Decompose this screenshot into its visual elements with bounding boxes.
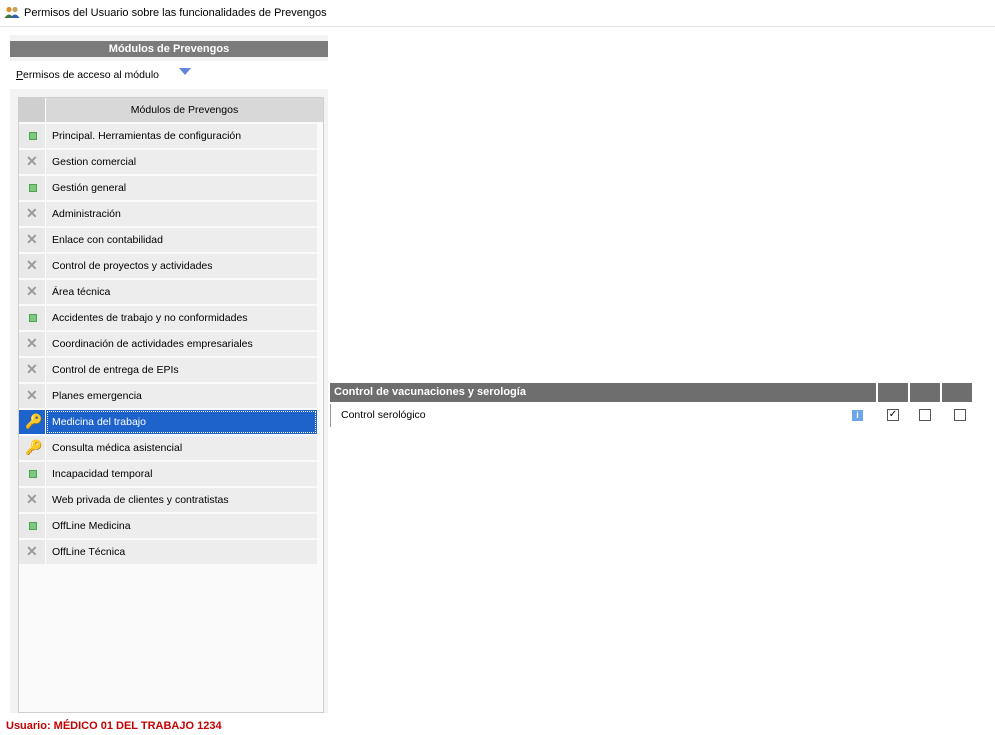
current-user-label: Usuario: MÉDICO 01 DEL TRABAJO 1234 bbox=[6, 720, 222, 732]
module-status-cell: ✕ bbox=[19, 228, 46, 252]
permissions-dropdown-label: Permisos de acceso al módulo bbox=[16, 69, 159, 81]
section-title: Control de vacunaciones y serología bbox=[330, 383, 876, 402]
module-label: OffLine Medicina bbox=[46, 514, 317, 538]
module-row[interactable]: Accidentes de trabajo y no conformidades bbox=[19, 306, 323, 330]
info-icon[interactable]: i bbox=[852, 410, 863, 421]
module-status-cell: ✕ bbox=[19, 540, 46, 564]
users-icon bbox=[4, 6, 20, 19]
status-column-header bbox=[19, 98, 46, 122]
denied-x-icon: ✕ bbox=[26, 335, 38, 351]
permissions-dropdown[interactable]: Permisos de acceso al módulo bbox=[10, 61, 328, 89]
module-row[interactable]: ✕ Gestion comercial bbox=[19, 150, 323, 174]
modules-column-header: Módulos de Prevengos bbox=[130, 104, 239, 116]
module-status-cell: ✕ bbox=[19, 280, 46, 304]
module-row[interactable]: ✕ Área técnica bbox=[19, 280, 323, 304]
module-row[interactable]: ✕ Coordinación de actividades empresarial… bbox=[19, 332, 323, 356]
green-square-icon bbox=[29, 132, 37, 140]
module-row[interactable]: ✕ Administración bbox=[19, 202, 323, 226]
module-status-cell: ✕ bbox=[19, 150, 46, 174]
module-status-cell bbox=[19, 306, 46, 330]
module-label: Accidentes de trabajo y no conformidades bbox=[46, 306, 317, 330]
module-row[interactable]: Gestión general bbox=[19, 176, 323, 200]
module-label: Medicina del trabajo bbox=[46, 410, 317, 434]
module-row[interactable]: ✕ Planes emergencia bbox=[19, 384, 323, 408]
modules-grid-header: Módulos de Prevengos bbox=[19, 98, 323, 122]
denied-x-icon: ✕ bbox=[26, 257, 38, 273]
module-label: Administración bbox=[46, 202, 317, 226]
module-row[interactable]: Principal. Herramientas de configuración bbox=[19, 124, 323, 148]
green-square-icon bbox=[29, 314, 37, 322]
permission-checkbox-2[interactable] bbox=[919, 409, 931, 421]
permission-row: Control serológico i ✓ bbox=[330, 404, 978, 427]
permission-row-label: Control serológico bbox=[330, 404, 876, 427]
denied-x-icon: ✕ bbox=[26, 361, 38, 377]
denied-x-icon: ✕ bbox=[26, 387, 38, 403]
module-row[interactable]: 🔑 Medicina del trabajo bbox=[19, 410, 323, 434]
permission-column-header-2 bbox=[910, 383, 940, 402]
permission-checkbox-3[interactable] bbox=[954, 409, 966, 421]
module-row[interactable]: ✕ OffLine Técnica bbox=[19, 540, 323, 564]
module-status-cell: ✕ bbox=[19, 202, 46, 226]
module-label: Control de proyectos y actividades bbox=[46, 254, 317, 278]
modules-panel-header: Módulos de Prevengos bbox=[10, 41, 328, 57]
denied-x-icon: ✕ bbox=[26, 283, 38, 299]
module-row[interactable]: Incapacidad temporal bbox=[19, 462, 323, 486]
module-status-cell: 🔑 bbox=[19, 410, 46, 434]
window-title: Permisos del Usuario sobre las funcional… bbox=[24, 7, 327, 19]
module-status-cell: ✕ bbox=[19, 332, 46, 356]
module-label: Gestión general bbox=[46, 176, 317, 200]
module-row[interactable]: ✕ Control de entrega de EPIs bbox=[19, 358, 323, 382]
module-status-cell bbox=[19, 462, 46, 486]
module-row[interactable]: OffLine Medicina bbox=[19, 514, 323, 538]
module-label: Área técnica bbox=[46, 280, 317, 304]
module-label: Web privada de clientes y contratistas bbox=[46, 488, 317, 512]
module-status-cell: ✕ bbox=[19, 358, 46, 382]
green-square-icon bbox=[29, 470, 37, 478]
module-status-cell bbox=[19, 514, 46, 538]
module-row[interactable]: 🔑 Consulta médica asistencial bbox=[19, 436, 323, 460]
denied-x-icon: ✕ bbox=[26, 231, 38, 247]
permission-column-header-3 bbox=[942, 383, 972, 402]
module-label: Consulta médica asistencial bbox=[46, 436, 317, 460]
permission-checkbox-1[interactable]: ✓ bbox=[887, 409, 899, 421]
module-status-cell: ✕ bbox=[19, 254, 46, 278]
module-status-cell bbox=[19, 176, 46, 200]
module-label: Incapacidad temporal bbox=[46, 462, 317, 486]
permissions-detail-panel: Control de vacunaciones y serología Cont… bbox=[330, 383, 978, 433]
module-row[interactable]: ✕ Control de proyectos y actividades bbox=[19, 254, 323, 278]
window-titlebar: Permisos del Usuario sobre las funcional… bbox=[0, 0, 995, 27]
module-status-cell bbox=[19, 124, 46, 148]
green-square-icon bbox=[29, 184, 37, 192]
triangle-down-icon[interactable] bbox=[179, 68, 191, 75]
green-square-icon bbox=[29, 522, 37, 530]
denied-x-icon: ✕ bbox=[26, 491, 38, 507]
denied-x-icon: ✕ bbox=[26, 543, 38, 559]
modules-panel: Módulos de Prevengos Permisos de acceso … bbox=[10, 35, 328, 713]
module-status-cell: ✕ bbox=[19, 488, 46, 512]
module-label: Principal. Herramientas de configuración bbox=[46, 124, 317, 148]
module-label: Planes emergencia bbox=[46, 384, 317, 408]
key-icon: 🔑 bbox=[25, 439, 43, 455]
module-status-cell: 🔑 bbox=[19, 436, 46, 460]
module-row[interactable]: ✕ Web privada de clientes y contratistas bbox=[19, 488, 323, 512]
module-label: Gestion comercial bbox=[46, 150, 317, 174]
module-label: Coordinación de actividades empresariale… bbox=[46, 332, 317, 356]
module-label: Enlace con contabilidad bbox=[46, 228, 317, 252]
module-label: Control de entrega de EPIs bbox=[46, 358, 317, 382]
denied-x-icon: ✕ bbox=[26, 205, 38, 221]
module-status-cell: ✕ bbox=[19, 384, 46, 408]
module-label: OffLine Técnica bbox=[46, 540, 317, 564]
permission-column-header-1 bbox=[878, 383, 908, 402]
key-icon: 🔑 bbox=[25, 413, 43, 429]
permissions-dropdown-text: ermisos de acceso al módulo bbox=[23, 69, 159, 81]
modules-grid: Módulos de Prevengos Principal. Herramie… bbox=[18, 97, 324, 713]
permissions-dropdown-mnemonic: P bbox=[16, 69, 24, 81]
denied-x-icon: ✕ bbox=[26, 153, 38, 169]
module-row[interactable]: ✕ Enlace con contabilidad bbox=[19, 228, 323, 252]
